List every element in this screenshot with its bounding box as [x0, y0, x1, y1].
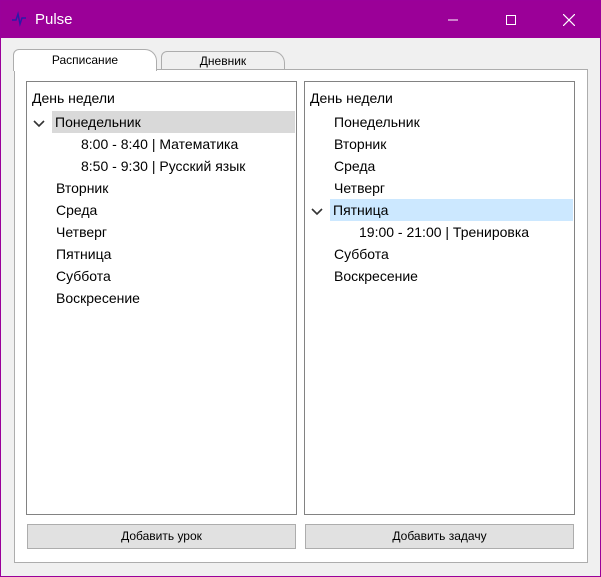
- schedule-tree[interactable]: День недели Понедельник 8:00 - 8:40 | Ма…: [26, 81, 297, 515]
- tree-item-label: Понедельник: [55, 114, 141, 130]
- tree-entry-label: 8:50 - 9:30 | Русский язык: [81, 158, 246, 174]
- tree-item-friday[interactable]: Пятница: [330, 199, 573, 221]
- tree-item-label: Пятница: [333, 202, 389, 218]
- tree-item-label: Пятница: [56, 246, 112, 262]
- tab-schedule[interactable]: Расписание: [13, 49, 157, 71]
- tree-item-label: Воскресение: [56, 290, 140, 306]
- minimize-icon: [448, 19, 458, 20]
- tree-entry[interactable]: 8:00 - 8:40 | Математика: [28, 133, 295, 155]
- tree-item-thursday[interactable]: Четверг: [28, 221, 295, 243]
- tree-entry[interactable]: 8:50 - 9:30 | Русский язык: [28, 155, 295, 177]
- tree-item-label: Вторник: [56, 180, 109, 196]
- tree-item-friday[interactable]: Пятница: [28, 243, 295, 265]
- chevron-down-icon[interactable]: [32, 117, 46, 131]
- chevron-down-icon[interactable]: [310, 205, 324, 219]
- tree-item-label: Четверг: [334, 180, 386, 196]
- diary-tree[interactable]: День недели Понедельник Вторник Среда Че…: [304, 81, 575, 515]
- tree-item-monday[interactable]: Понедельник: [52, 111, 295, 133]
- tree-entry[interactable]: 19:00 - 21:00 | Тренировка: [306, 221, 573, 243]
- add-task-button[interactable]: Добавить задачу: [305, 524, 574, 549]
- tree-item-label: Воскресение: [334, 268, 418, 284]
- tree-item-thursday[interactable]: Четверг: [306, 177, 573, 199]
- tree-item-sunday[interactable]: Воскресение: [306, 265, 573, 287]
- schedule-tree-header: День недели: [32, 90, 115, 106]
- tree-entry-label: 19:00 - 21:00 | Тренировка: [359, 224, 530, 240]
- minimize-button[interactable]: [430, 1, 476, 38]
- tree-item-monday[interactable]: Понедельник: [306, 111, 573, 133]
- diary-tree-header: День недели: [310, 90, 393, 106]
- close-button[interactable]: [546, 1, 592, 38]
- tree-item-tuesday[interactable]: Вторник: [28, 177, 295, 199]
- tree-item-label: Среда: [334, 158, 376, 174]
- tree-item-label: Суббота: [56, 268, 111, 284]
- tree-item-tuesday[interactable]: Вторник: [306, 133, 573, 155]
- tree-entry-label: 8:00 - 8:40 | Математика: [81, 136, 239, 152]
- tree-item-label: Вторник: [334, 136, 387, 152]
- tree-item-wednesday[interactable]: Среда: [306, 155, 573, 177]
- tree-item-label: Четверг: [56, 224, 108, 240]
- tree-item-saturday[interactable]: Суббота: [28, 265, 295, 287]
- tab-diary[interactable]: Дневник: [161, 51, 285, 69]
- title-bar[interactable]: Pulse: [1, 1, 600, 38]
- tree-item-label: Понедельник: [334, 114, 420, 130]
- maximize-button[interactable]: [488, 1, 534, 38]
- app-icon: [11, 11, 27, 27]
- tree-item-saturday[interactable]: Суббота: [306, 243, 573, 265]
- tree-item-sunday[interactable]: Воскресение: [28, 287, 295, 309]
- app-window: Pulse Расписание Дневник День недели Пон…: [0, 0, 601, 577]
- window-title: Pulse: [35, 11, 73, 28]
- tree-item-label: Суббота: [334, 246, 389, 262]
- tree-item-wednesday[interactable]: Среда: [28, 199, 295, 221]
- maximize-icon: [506, 14, 516, 25]
- add-lesson-button[interactable]: Добавить урок: [27, 524, 296, 549]
- close-icon: [563, 13, 575, 26]
- tree-item-label: Среда: [56, 202, 98, 218]
